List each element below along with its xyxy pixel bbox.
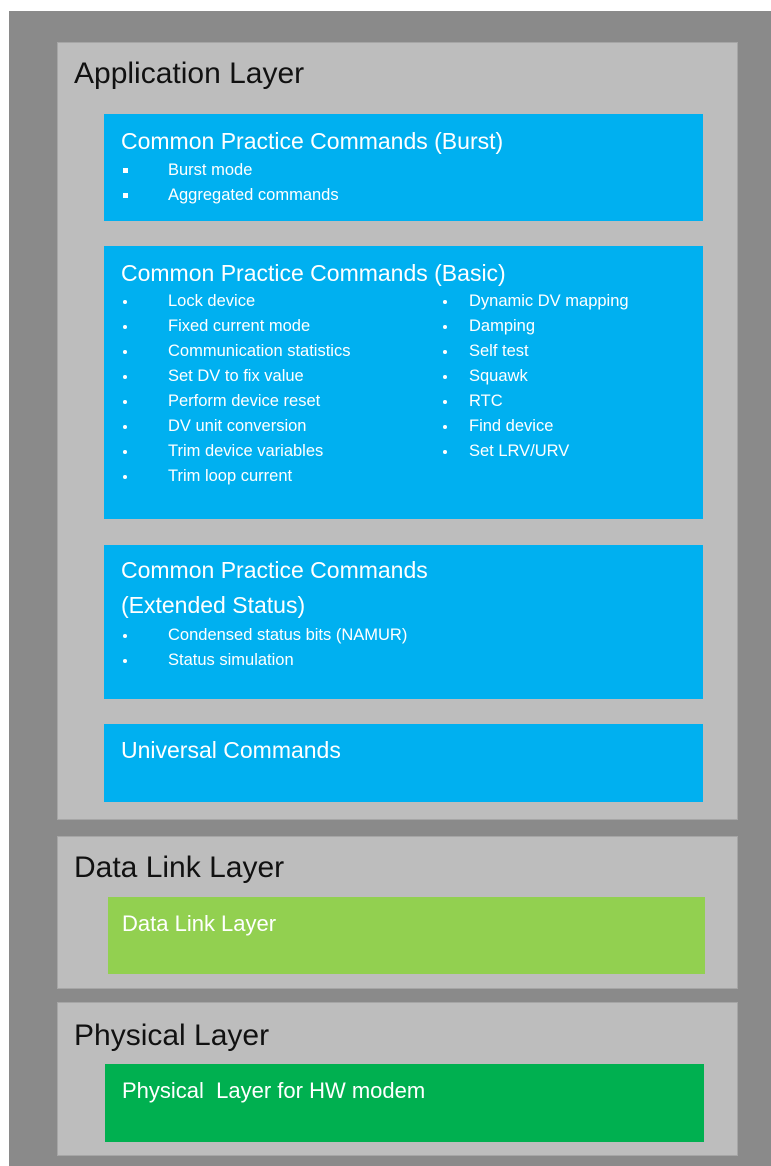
basic-commands-right-list: Dynamic DV mapping Damping Self test Squ… [441,289,629,464]
list-item: DV unit conversion [123,417,307,435]
extended-status-title-line1: Common Practice Commands [121,557,428,583]
data-link-layer-box: Data Link Layer [108,897,705,974]
universal-commands-title: Universal Commands [121,737,341,763]
list-item: Trim device variables [123,442,324,460]
list-item: Squawk [443,367,528,385]
burst-commands-title: Common Practice Commands (Burst) [121,128,504,154]
physical-layer-title: Physical Layer [74,1019,270,1052]
list-item: Fixed current mode [123,317,311,335]
list-item: Condensed status bits (NAMUR) [123,626,408,644]
list-item: Aggregated commands [123,186,339,204]
burst-commands-box: Common Practice Commands (Burst) Burst m… [104,114,703,221]
list-item: Lock device [123,292,256,310]
application-layer-title: Application Layer [74,57,305,90]
physical-layer-box-title: Physical Layer for HW modem [122,1078,426,1103]
data-link-layer: Data Link Layer Data Link Layer [57,836,738,989]
list-item: Set LRV/URV [443,442,570,460]
list-item: Burst mode [123,161,253,179]
physical-layer: Physical Layer Physical Layer for HW mod… [57,1002,738,1156]
list-item: RTC [443,392,503,410]
list-item: Self test [443,342,529,360]
list-item: Communication statistics [123,342,351,360]
list-item: Dynamic DV mapping [443,292,629,310]
basic-commands-left-list: Lock device Fixed current mode Communica… [121,289,350,489]
extended-status-title-line2: (Extended Status) [121,592,306,618]
physical-layer-box: Physical Layer for HW modem [105,1064,704,1142]
data-link-layer-box-title: Data Link Layer [122,911,277,936]
list-item: Status simulation [123,651,294,669]
basic-commands-title: Common Practice Commands (Basic) [121,260,506,286]
list-item: Set DV to fix value [123,367,304,385]
extended-status-box: Common Practice Commands (Extended Statu… [104,545,703,699]
extended-status-list: Condensed status bits (NAMUR) Status sim… [121,623,407,673]
universal-commands-box: Universal Commands [104,724,703,802]
application-layer: Application Layer Common Practice Comman… [57,42,738,820]
list-item: Perform device reset [123,392,321,410]
list-item: Damping [443,317,536,335]
data-link-layer-title: Data Link Layer [74,851,285,884]
list-item: Trim loop current [123,467,293,485]
list-item: Find device [443,417,554,435]
basic-commands-box: Common Practice Commands (Basic) Lock de… [104,246,703,519]
burst-commands-list: Burst mode Aggregated commands [121,158,339,208]
